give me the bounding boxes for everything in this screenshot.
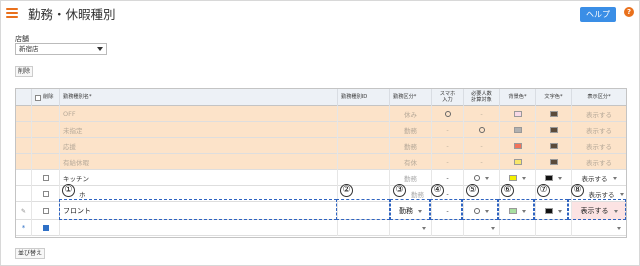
row-delete-checkbox[interactable] [42, 175, 49, 181]
row-delete-checkbox[interactable] [42, 208, 49, 214]
highlight-display-box [568, 199, 626, 220]
marker-7: ⑦ [537, 184, 550, 197]
marker-2: ② [340, 184, 353, 197]
header-delete-label: 削除 [43, 93, 54, 100]
highlight-bg-box [498, 199, 534, 220]
row-display: 表示する [586, 127, 612, 135]
chevron-down-icon [619, 192, 624, 196]
highlight-id-box [336, 199, 390, 220]
table-row[interactable]: OFF 休み - 表示する [16, 106, 626, 122]
chevron-down-icon [612, 176, 617, 180]
row-name: 応援 [60, 138, 338, 154]
chevron-down-icon [617, 226, 621, 230]
header-bg[interactable]: 背景色* [500, 89, 536, 106]
header-kubun[interactable]: 勤務区分* [390, 89, 432, 106]
row-name-partial: ホ [79, 191, 86, 199]
select-all-checkbox[interactable] [35, 94, 41, 101]
circle-icon [444, 111, 451, 117]
marker-6: ⑥ [501, 184, 514, 197]
row-delete-checkbox[interactable] [42, 191, 49, 197]
row-kubun: 勤務 [390, 138, 432, 154]
chevron-down-icon [485, 176, 489, 180]
marker-8: ⑧ [571, 184, 584, 197]
marker-5: ⑤ [466, 184, 479, 197]
header-id[interactable]: 勤務種別ID [338, 89, 390, 106]
pencil-icon: ✎ [20, 207, 27, 215]
chevron-down-icon [490, 226, 495, 230]
question-icon[interactable]: ? [624, 7, 634, 17]
chevron-down-icon [421, 226, 426, 230]
text-color-swatch [549, 111, 558, 117]
menu-icon[interactable] [6, 8, 18, 18]
row-display[interactable]: 表示する [582, 173, 608, 183]
row-display: 表示する [586, 159, 612, 167]
bg-color-swatch [513, 127, 522, 133]
highlight-kubun-box [390, 199, 430, 220]
chevron-down-icon [522, 176, 526, 180]
row-smart: - [432, 138, 464, 154]
marker-1: ① [62, 184, 75, 197]
row-count: - [464, 138, 500, 154]
table-header: 削除 勤務種別名* 勤務種別ID 勤務区分* スマホ 入力 必要人数 計算対象 … [16, 89, 626, 106]
chevron-down-icon [97, 47, 103, 51]
row-name: 有給休暇 [60, 154, 338, 170]
text-color-swatch [549, 143, 558, 149]
help-button[interactable]: ヘルプ [580, 7, 616, 22]
table-row[interactable]: 応援 勤務 - - 表示する [16, 138, 626, 154]
row-count: - [464, 106, 500, 122]
row-name: キッチン [60, 170, 338, 186]
row-name: 未指定 [60, 122, 338, 138]
table-row[interactable]: 有給休暇 有休 - - 表示する [16, 154, 626, 170]
bg-color-swatch [513, 159, 522, 165]
asterisk-icon: * [21, 224, 26, 232]
row-smart: - [432, 122, 464, 138]
table-row[interactable]: キッチン 勤務 - 表示する [16, 170, 626, 186]
bg-color-swatch [513, 143, 522, 149]
row-kubun: 勤務 [390, 122, 432, 138]
row-kubun: 有休 [390, 154, 432, 170]
bg-color-swatch [513, 111, 522, 117]
circle-icon [478, 127, 485, 133]
header-name[interactable]: 勤務種別名* [60, 89, 338, 106]
row-display: 表示する [586, 143, 612, 151]
highlight-count-box [462, 199, 498, 220]
sort-button[interactable]: 並び替え [15, 248, 45, 259]
marker-4: ④ [431, 184, 444, 197]
circle-icon [474, 175, 480, 181]
header-smart[interactable]: スマホ 入力 [432, 89, 464, 106]
store-select-value: 新宿店 [19, 45, 39, 53]
highlight-smart-box [430, 199, 462, 220]
header-display[interactable]: 表示区分* [572, 89, 626, 106]
marker-3: ③ [393, 184, 406, 197]
highlight-name-box [59, 199, 337, 220]
row-kubun: 休み [390, 106, 432, 122]
row-smart: - [432, 154, 464, 170]
text-color-swatch [549, 127, 558, 133]
highlight-text-box [534, 199, 568, 220]
header-handle [16, 89, 32, 106]
header-count[interactable]: 必要人数 計算対象 [464, 89, 500, 106]
row-new-checkbox[interactable] [42, 225, 49, 231]
table-row-new[interactable]: * [16, 220, 626, 236]
text-color-swatch[interactable] [545, 175, 553, 181]
page-title: 勤務・休暇種別 [28, 7, 116, 22]
delete-button[interactable]: 削除 [15, 66, 33, 77]
header-text[interactable]: 文字色* [536, 89, 572, 106]
row-display: 表示する [586, 111, 612, 119]
top-bar: 勤務・休暇種別 ヘルプ ? [0, 0, 640, 28]
chevron-down-icon [558, 176, 562, 180]
row-count: - [464, 154, 500, 170]
header-delete: 削除 [32, 89, 60, 106]
store-select[interactable]: 新宿店 [15, 43, 107, 55]
row-name: OFF [60, 106, 338, 122]
text-color-swatch [549, 159, 558, 165]
table-row[interactable]: 未指定 勤務 - 表示する [16, 122, 626, 138]
bg-color-swatch[interactable] [509, 175, 517, 181]
row-display[interactable]: 表示する [589, 189, 615, 199]
